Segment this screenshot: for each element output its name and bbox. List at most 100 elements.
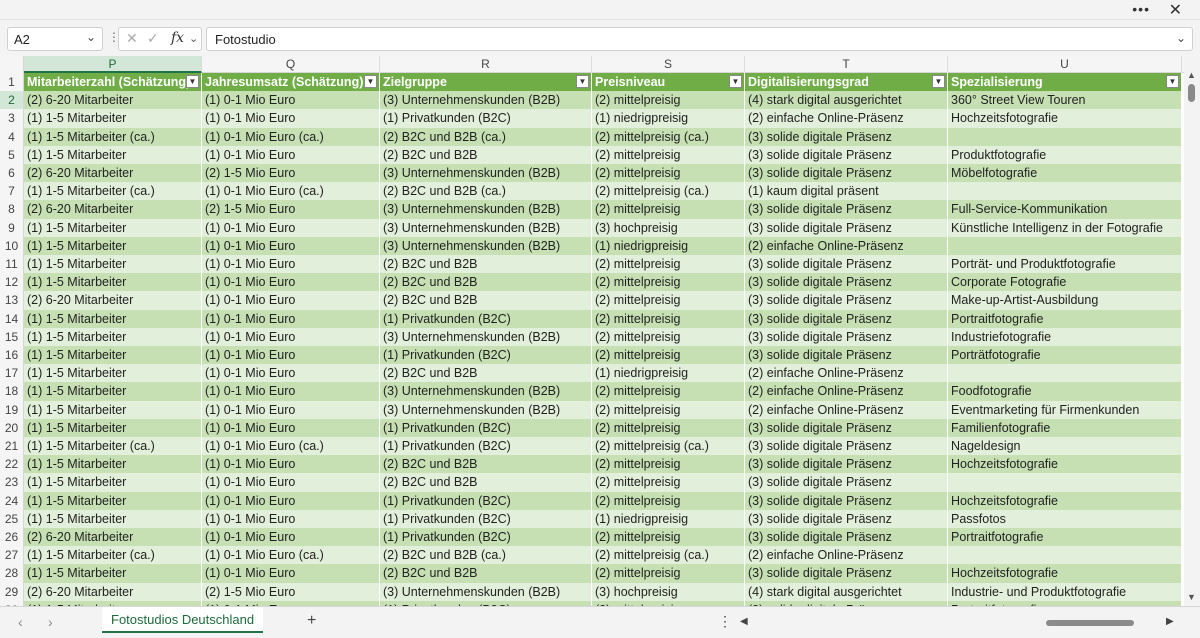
filter-dropdown-icon[interactable]: ▼ <box>729 75 742 88</box>
table-cell[interactable]: (3) solide digitale Präsenz <box>745 437 948 456</box>
row-number[interactable]: 27 <box>0 546 24 565</box>
row-number[interactable]: 26 <box>0 528 24 547</box>
table-cell[interactable]: (1) 1-5 Mitarbeiter <box>24 400 202 419</box>
column-header-cell[interactable]: Preisniveau ▼ <box>592 73 745 92</box>
table-cell[interactable]: (2) B2C und B2B (ca.) <box>380 127 592 146</box>
row-number[interactable]: 8 <box>0 200 24 219</box>
table-cell[interactable]: (1) kaum digital präsent <box>745 182 948 201</box>
next-sheet-icon[interactable]: › <box>48 614 53 630</box>
table-cell[interactable]: (1) 1-5 Mitarbeiter <box>24 327 202 346</box>
row-number[interactable]: 5 <box>0 145 24 164</box>
table-cell[interactable]: (1) niedrigpreisig <box>592 364 745 383</box>
table-cell[interactable]: (1) 1-5 Mitarbeiter <box>24 273 202 292</box>
table-cell[interactable]: (1) niedrigpreisig <box>592 236 745 255</box>
table-cell[interactable]: (2) mittelpreisig <box>592 418 745 437</box>
table-cell[interactable]: (1) 0-1 Mio Euro <box>202 218 380 237</box>
table-cell[interactable]: (2) mittelpreisig <box>592 291 745 310</box>
table-cell[interactable]: (1) Privatkunden (B2C) <box>380 509 592 528</box>
table-cell[interactable]: (2) B2C und B2B <box>380 273 592 292</box>
row-number[interactable]: 6 <box>0 164 24 183</box>
row-number[interactable]: 1 <box>0 73 24 92</box>
table-cell[interactable]: Nageldesign <box>948 437 1182 456</box>
column-letter-5[interactable]: U <box>948 56 1182 73</box>
table-cell[interactable]: (2) mittelpreisig <box>592 528 745 547</box>
table-cell[interactable] <box>948 182 1182 201</box>
table-cell[interactable]: (1) 1-5 Mitarbeiter <box>24 455 202 474</box>
table-cell[interactable]: (1) 0-1 Mio Euro (ca.) <box>202 546 380 565</box>
table-cell[interactable]: (3) solide digitale Präsenz <box>745 418 948 437</box>
table-cell[interactable]: (3) solide digitale Präsenz <box>745 218 948 237</box>
table-cell[interactable]: (1) 0-1 Mio Euro <box>202 455 380 474</box>
row-number[interactable]: 22 <box>0 455 24 474</box>
table-cell[interactable]: (3) solide digitale Präsenz <box>745 455 948 474</box>
table-cell[interactable]: (2) B2C und B2B <box>380 145 592 164</box>
row-number[interactable]: 11 <box>0 255 24 274</box>
vertical-scrollbar[interactable]: ▲ ▼ <box>1184 56 1200 606</box>
table-cell[interactable]: (1) 1-5 Mitarbeiter <box>24 418 202 437</box>
table-cell[interactable]: (2) mittelpreisig <box>592 455 745 474</box>
column-letter-0[interactable]: P <box>24 56 202 73</box>
table-cell[interactable]: (1) 0-1 Mio Euro <box>202 346 380 365</box>
table-cell[interactable]: (3) solide digitale Präsenz <box>745 564 948 583</box>
table-cell[interactable]: (2) B2C und B2B <box>380 255 592 274</box>
table-cell[interactable]: (2) mittelpreisig <box>592 200 745 219</box>
table-cell[interactable]: (1) 0-1 Mio Euro <box>202 473 380 492</box>
table-cell[interactable]: (1) 0-1 Mio Euro <box>202 364 380 383</box>
filter-dropdown-icon[interactable]: ▼ <box>364 75 377 88</box>
table-cell[interactable]: (1) Privatkunden (B2C) <box>380 437 592 456</box>
formula-input[interactable]: Fotostudio ⌄ <box>206 27 1193 51</box>
table-cell[interactable]: Eventmarketing für Firmenkunden <box>948 400 1182 419</box>
table-cell[interactable]: (2) 6-20 Mitarbeiter <box>24 528 202 547</box>
chevron-down-icon[interactable]: ⌄ <box>86 30 96 44</box>
table-cell[interactable]: Porträt- und Produktfotografie <box>948 255 1182 274</box>
table-cell[interactable]: (2) 1-5 Mio Euro <box>202 200 380 219</box>
table-cell[interactable]: (1) 0-1 Mio Euro <box>202 255 380 274</box>
column-letter-2[interactable]: R <box>380 56 592 73</box>
table-cell[interactable]: Hochzeitsfotografie <box>948 564 1182 583</box>
table-cell[interactable]: (1) niedrigpreisig <box>592 109 745 128</box>
name-box[interactable]: A2 ⌄ <box>7 27 103 51</box>
table-cell[interactable]: (3) Unternehmenskunden (B2B) <box>380 400 592 419</box>
table-cell[interactable]: (2) mittelpreisig (ca.) <box>592 546 745 565</box>
table-cell[interactable]: (1) 1-5 Mitarbeiter <box>24 236 202 255</box>
table-cell[interactable]: (1) 0-1 Mio Euro (ca.) <box>202 127 380 146</box>
row-number[interactable]: 2 <box>0 91 24 110</box>
table-cell[interactable]: (3) solide digitale Präsenz <box>745 528 948 547</box>
table-cell[interactable]: (1) 0-1 Mio Euro <box>202 491 380 510</box>
row-number[interactable]: 18 <box>0 382 24 401</box>
table-cell[interactable]: (1) 0-1 Mio Euro <box>202 291 380 310</box>
table-cell[interactable]: (2) mittelpreisig <box>592 327 745 346</box>
table-cell[interactable]: (1) Privatkunden (B2C) <box>380 528 592 547</box>
table-cell[interactable]: 360° Street View Touren <box>948 91 1182 110</box>
table-cell[interactable]: Produktfotografie <box>948 145 1182 164</box>
table-cell[interactable]: (1) 0-1 Mio Euro <box>202 509 380 528</box>
vertical-scroll-thumb[interactable] <box>1188 84 1195 102</box>
table-cell[interactable]: (1) 1-5 Mitarbeiter <box>24 473 202 492</box>
table-cell[interactable]: (2) einfache Online-Präsenz <box>745 109 948 128</box>
table-cell[interactable]: (3) solide digitale Präsenz <box>745 309 948 328</box>
column-letter-1[interactable]: Q <box>202 56 380 73</box>
table-cell[interactable]: (2) B2C und B2B <box>380 564 592 583</box>
table-cell[interactable] <box>948 364 1182 383</box>
table-cell[interactable]: (2) einfache Online-Präsenz <box>745 546 948 565</box>
row-number[interactable]: 7 <box>0 182 24 201</box>
expand-formula-icon[interactable]: ⌄ <box>1176 31 1186 45</box>
table-cell[interactable]: Hochzeitsfotografie <box>948 455 1182 474</box>
filter-dropdown-icon[interactable]: ▼ <box>186 75 199 88</box>
column-header-cell[interactable]: Digitalisierungsgrad ▼ <box>745 73 948 92</box>
table-cell[interactable] <box>948 127 1182 146</box>
table-cell[interactable]: Hochzeitsfotografie <box>948 109 1182 128</box>
table-cell[interactable]: (2) 6-20 Mitarbeiter <box>24 164 202 183</box>
row-number[interactable]: 10 <box>0 236 24 255</box>
table-cell[interactable]: (4) stark digital ausgerichtet <box>745 582 948 601</box>
table-cell[interactable]: (3) solide digitale Präsenz <box>745 473 948 492</box>
table-cell[interactable]: (3) Unternehmenskunden (B2B) <box>380 218 592 237</box>
column-header-cell[interactable]: Jahresumsatz (Schätzung) ▼ <box>202 73 380 92</box>
table-cell[interactable]: (1) 0-1 Mio Euro (ca.) <box>202 182 380 201</box>
close-icon[interactable]: ✕ <box>1169 0 1182 20</box>
row-number[interactable]: 16 <box>0 346 24 365</box>
table-cell[interactable]: (3) Unternehmenskunden (B2B) <box>380 200 592 219</box>
table-cell[interactable]: (1) 0-1 Mio Euro <box>202 418 380 437</box>
table-cell[interactable]: (1) 0-1 Mio Euro <box>202 91 380 110</box>
row-number[interactable]: 9 <box>0 218 24 237</box>
